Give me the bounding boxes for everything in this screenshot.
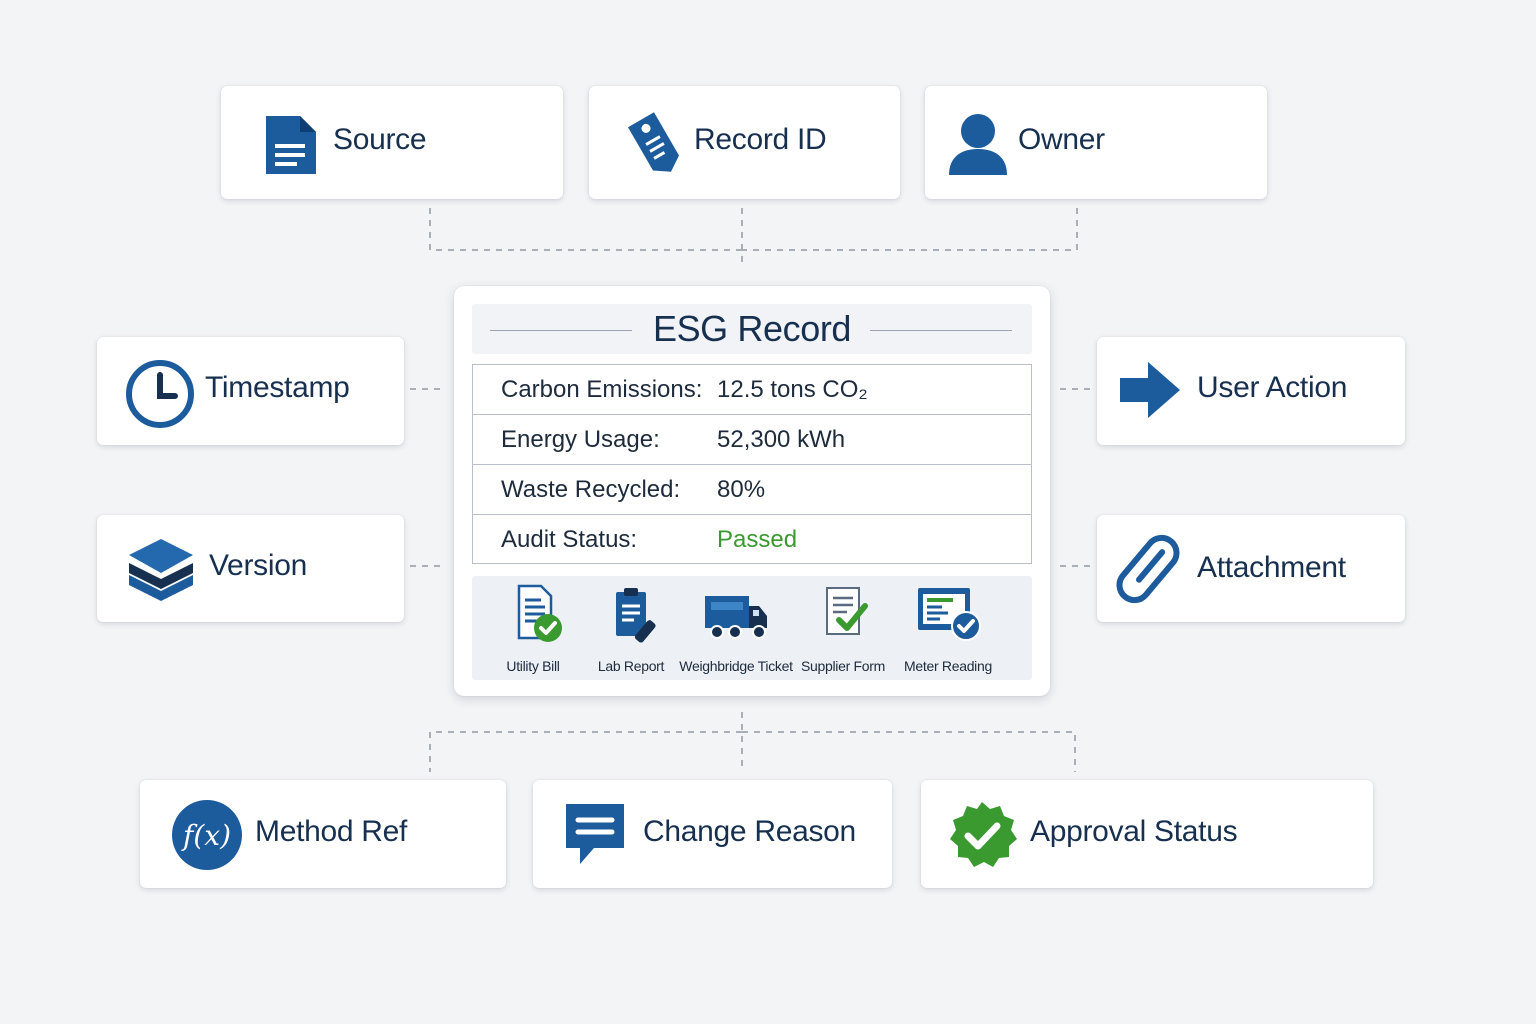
truck-icon [681,584,791,646]
evidence-label: Meter Reading [904,658,992,674]
chat-icon [561,800,629,870]
evidence-strip: Utility Bill Lab Report Weighbridge Tick… [472,576,1032,680]
node-label: Record ID [694,123,827,156]
function-icon: f(x) [170,798,244,872]
node-method-ref: f(x) Method Ref [140,780,506,888]
node-label: Source [333,123,427,156]
metric-label: Audit Status: [501,526,638,553]
evidence-supplier-form: Supplier Form [788,584,898,676]
connector-top-owner [742,208,1078,251]
node-label: User Action [1197,371,1348,404]
form-check-icon [788,584,898,646]
node-approval-status: Approval Status [921,780,1373,888]
document-icon [263,114,319,176]
node-record-id: Record ID [589,86,900,199]
metric-row-waste: Waste Recycled: 80% [473,465,1031,515]
node-label: Change Reason [643,815,856,848]
check-badge-icon [945,798,1019,872]
metric-row-carbon: Carbon Emissions: 12.5 tons CO₂ [473,365,1031,415]
node-version: Version [97,515,404,622]
metric-label: Carbon Emissions: [501,376,703,403]
paperclip-icon [1113,531,1183,607]
meter-check-icon [893,584,1003,646]
metrics-table: Carbon Emissions: 12.5 tons CO₂ Energy U… [472,364,1032,564]
panel-header: ESG Record [472,304,1032,354]
node-label: Owner [1018,123,1105,156]
node-change-reason: Change Reason [533,780,892,888]
evidence-weighbridge-ticket: Weighbridge Ticket [679,584,793,676]
metric-row-energy: Energy Usage: 52,300 kWh [473,415,1031,465]
metric-value: 52,300 kWh [717,426,846,453]
audit-status-value: Passed [717,526,798,553]
node-attachment: Attachment [1097,515,1405,622]
node-timestamp: Timestamp [97,337,404,445]
metric-label: Energy Usage: [501,426,660,453]
connector-bottom-approval [742,731,1076,772]
evidence-meter-reading: Meter Reading [893,584,1003,676]
metric-row-audit: Audit Status: Passed [473,515,1031,565]
arrow-right-icon [1117,359,1183,421]
node-label: Approval Status [1030,815,1238,848]
node-label: Version [209,549,307,582]
metric-value: 80% [717,476,766,503]
node-source: Source [221,86,563,199]
metric-value: 12.5 tons CO₂ [717,376,868,403]
connector-top-source [429,208,742,251]
bill-check-icon [478,584,588,646]
node-label: Method Ref [255,815,408,848]
connector-bottom-methodref [429,731,742,772]
node-label: Timestamp [205,371,350,404]
function-icon-text: f(x) [181,819,231,852]
clock-icon [125,359,195,429]
node-owner: Owner [925,86,1267,199]
clipboard-icon [576,584,686,646]
esg-record-panel: ESG Record Carbon Emissions: 12.5 tons C… [454,286,1050,696]
metric-label: Waste Recycled: [501,476,681,503]
esg-record-diagram: Source Record ID Owner Timestamp Version… [0,0,1536,1024]
node-label: Attachment [1197,551,1346,584]
evidence-lab-report: Lab Report [576,584,686,676]
layers-icon [125,535,197,607]
user-icon [947,110,1009,178]
node-user-action: User Action [1097,337,1405,445]
panel-title: ESG Record [652,308,852,349]
tag-icon [623,110,687,178]
